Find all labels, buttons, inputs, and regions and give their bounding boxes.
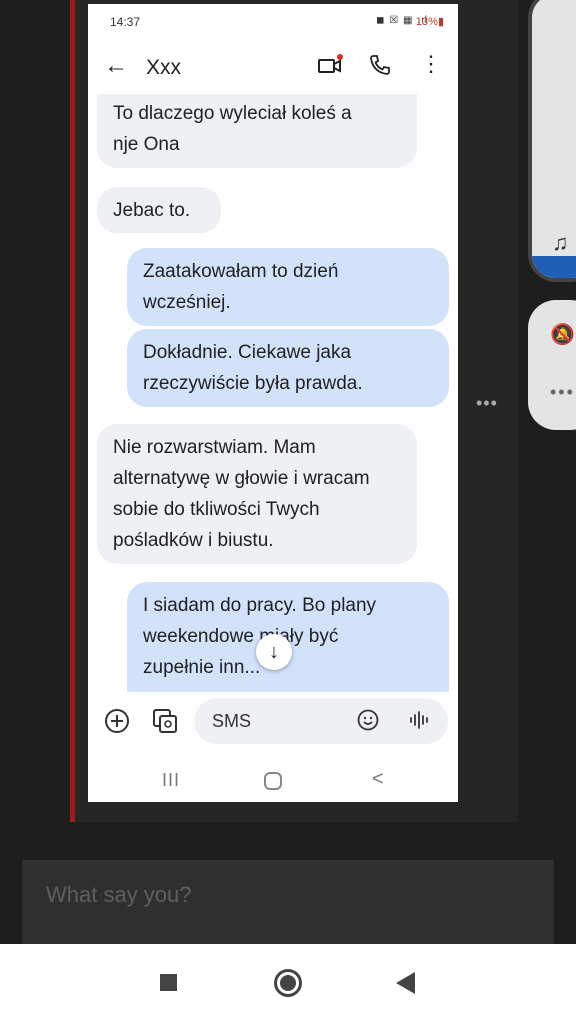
media-progress-accent [532, 256, 576, 278]
phone-nav-bar: III < [88, 760, 458, 802]
reply-placeholder: What say you? [46, 882, 192, 907]
message-bubble-incoming: Nie rozwarstwiam. Mam alternatywę w głow… [97, 424, 417, 564]
media-panel[interactable]: ♫ [528, 0, 576, 282]
message-line: I siadam do pracy. Bo plany [143, 595, 377, 616]
message-bubble-outgoing: I siadam do pracy. Bo plany weekendowe m… [127, 582, 449, 692]
conversation-header: ← Xxx ⋮ [88, 40, 458, 96]
message-line: sobie do tkliwości Twych [113, 499, 320, 520]
contact-name: Xxx [146, 56, 182, 79]
more-dots-icon[interactable]: ••• [550, 382, 575, 403]
home-icon [264, 772, 282, 790]
back-icon: < [372, 768, 384, 790]
recent-apps-button[interactable] [160, 974, 177, 991]
message-bubble-outgoing: Zaatakowałam to dzień wcześniej. [127, 248, 449, 326]
message-line: To dlaczego wyleciał koleś a [113, 103, 352, 124]
scroll-down-icon: ↓ [256, 634, 292, 670]
message-line: Jebac to. [113, 200, 191, 221]
sms-placeholder: SMS [212, 711, 252, 731]
message-line: wcześniej. [143, 292, 231, 313]
music-note-icon: ♫ [552, 230, 569, 255]
post-accent-rule [70, 0, 75, 822]
message-line: pośladków i biustu. [113, 530, 274, 551]
message-line: alternatywę w głowie i wracam [113, 468, 370, 489]
back-button[interactable] [396, 972, 415, 994]
gallery-icon [153, 709, 177, 733]
emoji-icon [357, 709, 379, 731]
recents-icon: III [162, 770, 181, 790]
message-line: rzeczywiście była prawda. [143, 373, 363, 394]
post-area: 14:37 ◼ ☒ ▦ .ıl 13%▮ ← Xxx ⋮ To dlaczego… [0, 0, 576, 860]
bell-off-icon[interactable]: 🔕 [550, 322, 575, 347]
video-call-icon [318, 54, 343, 73]
battery-indicator: 13%▮ [415, 16, 444, 28]
arrow-left-icon: ← [104, 52, 128, 79]
message-bubble-incoming: Jebac to. [97, 187, 221, 233]
more-vert-icon: ⋮ [420, 51, 442, 76]
phone-icon [370, 55, 390, 75]
message-line: Dokładnie. Ciekawe jaka [143, 342, 352, 363]
message-line: nje Ona [113, 134, 180, 155]
message-bubble-incoming: To dlaczego wyleciał koleś a nje Ona [97, 94, 417, 168]
voice-input-icon [410, 711, 428, 729]
reply-input[interactable]: What say you? [22, 860, 554, 944]
add-attachment-icon [105, 709, 129, 733]
notification-panel[interactable]: 🔕 ••• [528, 300, 576, 430]
message-bubble-outgoing: Dokładnie. Ciekawe jaka rzeczywiście był… [127, 329, 449, 407]
message-composer: SMS [88, 696, 458, 748]
more-options-icon[interactable]: ••• [476, 393, 498, 414]
phone-status-bar: 14:37 ◼ ☒ ▦ .ıl 13%▮ [88, 4, 458, 40]
screenshot-image: 14:37 ◼ ☒ ▦ .ıl 13%▮ ← Xxx ⋮ To dlaczego… [88, 4, 458, 802]
message-line: Zaatakowałam to dzień [143, 261, 339, 282]
system-nav-bar [0, 944, 576, 1020]
home-button[interactable] [274, 969, 302, 997]
home-button-dot [280, 975, 296, 991]
message-line: Nie rozwarstwiam. Mam [113, 437, 316, 458]
status-time: 14:37 [110, 15, 141, 29]
